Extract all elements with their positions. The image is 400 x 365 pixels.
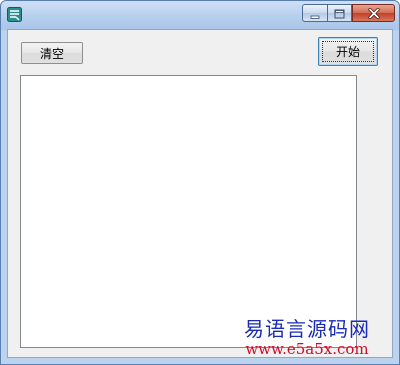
clear-button-label: 清空 bbox=[39, 46, 64, 61]
maximize-icon bbox=[334, 4, 345, 23]
watermark-title: 易语言源码网 bbox=[244, 317, 370, 341]
caption-buttons bbox=[302, 4, 395, 23]
window-client-area: 清空 开始 bbox=[7, 29, 393, 358]
start-button[interactable]: 开始 bbox=[318, 37, 378, 66]
watermark: 易语言源码网 www.e5a5x.com bbox=[237, 319, 377, 357]
minimize-button[interactable] bbox=[302, 4, 327, 22]
watermark-url: www.e5a5x.com bbox=[245, 340, 369, 358]
output-textbox[interactable] bbox=[20, 75, 357, 348]
minimize-icon bbox=[310, 4, 320, 23]
close-icon bbox=[367, 4, 380, 23]
close-button[interactable] bbox=[352, 4, 395, 22]
app-window: 清空 开始 易语言源码网 www.e5a5x.com bbox=[0, 0, 400, 365]
clear-button[interactable]: 清空 bbox=[21, 42, 83, 64]
focus-rectangle bbox=[322, 41, 374, 62]
title-bar[interactable] bbox=[1, 1, 399, 29]
app-icon[interactable] bbox=[7, 7, 22, 22]
maximize-button[interactable] bbox=[327, 4, 352, 22]
